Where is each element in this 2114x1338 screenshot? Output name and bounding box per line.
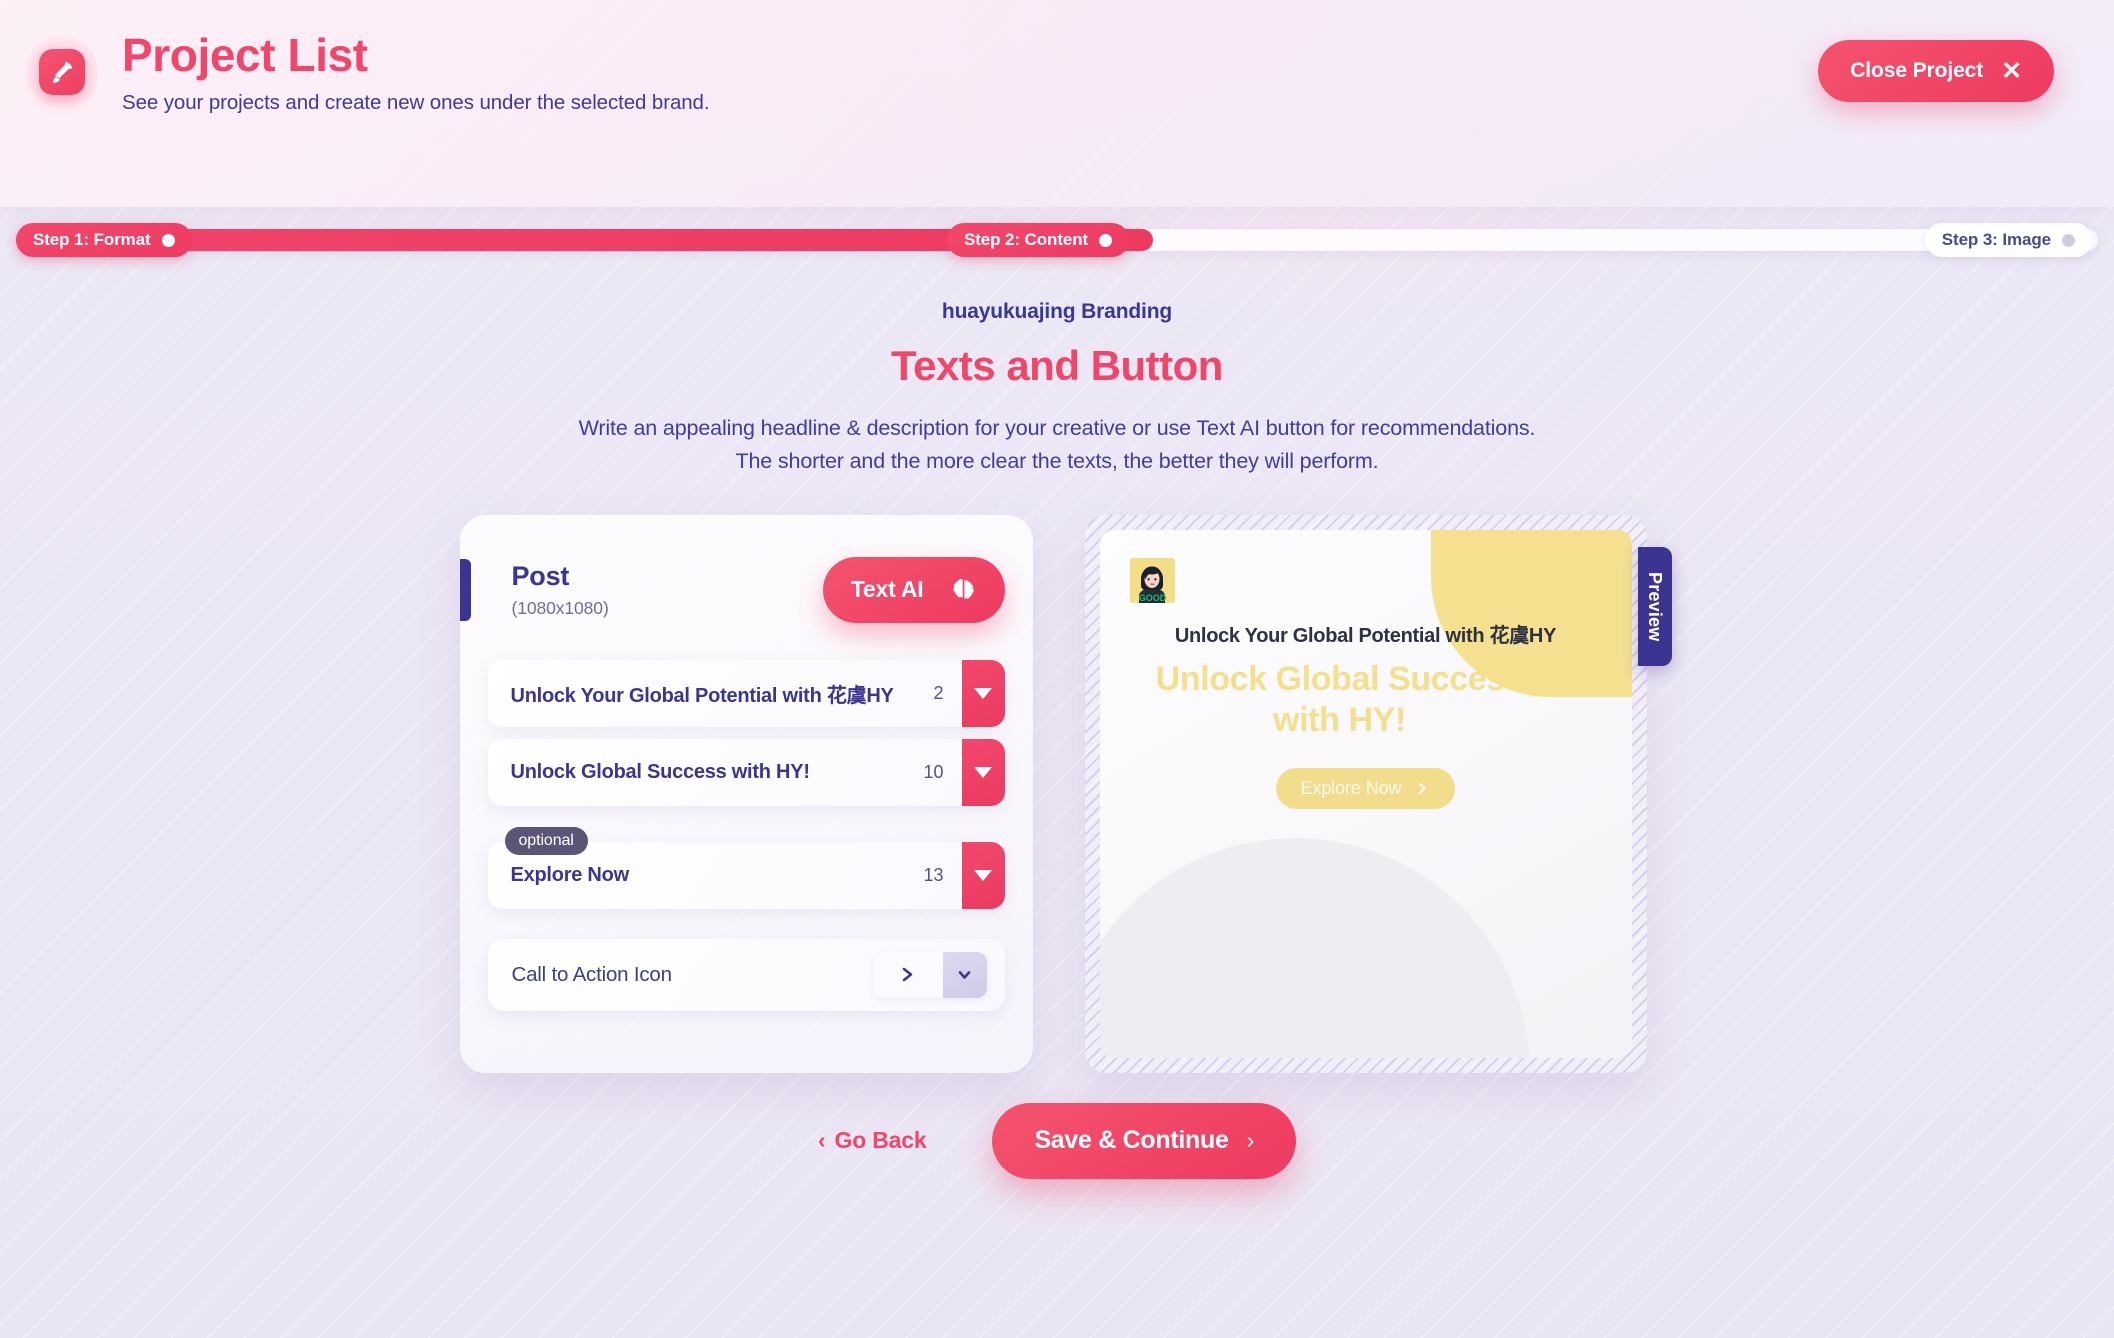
format-dimensions: (1080x1080) (511, 597, 609, 618)
text-row-dropdown-button[interactable] (961, 738, 1005, 806)
text-row-count: 13 (923, 864, 944, 885)
close-icon: ✕ (2001, 56, 2022, 85)
rocket-badge (26, 36, 98, 108)
stepper-item-content[interactable]: Step 2: Content (947, 223, 1130, 257)
avatar: GOOD (1129, 557, 1175, 603)
call-to-action-icon-row[interactable]: Call to Action Icon (487, 938, 1005, 1011)
panels-row: Post (1080x1080) Text AI Unlock Your Glo… (0, 514, 2114, 1073)
svg-text:GOOD: GOOD (1138, 593, 1166, 603)
stepper-label-content: Step 2: Content (964, 230, 1089, 249)
page-subtitle: See your projects and create new ones un… (122, 90, 710, 114)
text-row-count: 10 (923, 761, 944, 782)
close-project-button[interactable]: Close Project ✕ (1818, 40, 2054, 102)
user-avatar-icon: GOOD (1129, 557, 1175, 603)
preview-cta-label: Explore Now (1300, 777, 1402, 798)
stepper-label-format: Step 1: Format (33, 230, 151, 249)
page-title: Project List (122, 29, 368, 81)
save-and-continue-button[interactable]: Save & Continue › (992, 1102, 1296, 1179)
text-row-dropdown-button[interactable] (961, 659, 1005, 727)
format-name: Post (511, 560, 570, 591)
go-back-label: Go Back (834, 1127, 927, 1154)
format-accent-bar (459, 558, 471, 621)
decorative-gray-arc (1099, 837, 1530, 1058)
text-row[interactable]: optional Explore Now 13 (487, 826, 1005, 909)
selected-icon-preview (873, 952, 943, 998)
header-text-group: Project List See your projects and creat… (122, 29, 710, 115)
text-row-value[interactable]: Unlock Global Success with HY! (488, 761, 924, 784)
preview-tab-label: Preview (1645, 571, 1665, 641)
preview-panel: GOOD Unlock Your Global Potential with 花… (1084, 514, 1672, 1073)
text-row-dropdown-button[interactable] (961, 841, 1005, 909)
preview-canvas: GOOD Unlock Your Global Potential with 花… (1099, 529, 1632, 1058)
step-dot-icon (161, 233, 175, 247)
call-to-action-icon-label: Call to Action Icon (511, 962, 672, 986)
call-to-action-icon-dropdown-toggle[interactable] (942, 951, 987, 998)
close-project-label: Close Project (1850, 59, 1984, 82)
text-row[interactable]: Unlock Global Success with HY! 10 (487, 738, 1005, 806)
caret-down-icon (974, 766, 992, 778)
chevron-right-icon (1419, 782, 1427, 794)
chevron-right-icon: › (1246, 1127, 1255, 1154)
section-title: Texts and Button (891, 342, 1223, 389)
caret-down-icon (974, 869, 992, 881)
chevron-right-icon (902, 967, 913, 982)
preview-headline: Unlock Your Global Potential with 花虞HY (1174, 624, 1557, 647)
text-rows-list: Unlock Your Global Potential with 花虞HY 2… (487, 659, 1005, 909)
text-editor-card: Post (1080x1080) Text AI Unlock Your Glo… (459, 514, 1033, 1073)
section-description: Write an appealing headline & descriptio… (0, 412, 2114, 478)
section-description-line-1: Write an appealing headline & descriptio… (578, 416, 1536, 440)
text-ai-label: Text AI (850, 576, 924, 603)
stepper-label-image: Step 3: Image (1941, 230, 2051, 249)
call-to-action-icon-select[interactable] (872, 951, 987, 998)
progress-stepper: Step 1: Format Step 2: Content Step 3: I… (0, 207, 2114, 273)
step-dot-icon (1099, 233, 1113, 247)
go-back-button[interactable]: ‹ Go Back (818, 1127, 927, 1154)
text-ai-button[interactable]: Text AI (822, 556, 1005, 623)
text-row-value[interactable]: Unlock Your Global Potential with 花虞HY (488, 679, 934, 708)
preview-tab[interactable]: Preview (1637, 546, 1672, 666)
text-row-count: 2 (933, 682, 944, 703)
step-dot-icon (2062, 233, 2075, 247)
rocket-icon (39, 49, 85, 95)
page-header: Project List See your projects and creat… (0, 0, 2114, 207)
preview-title: Unlock Global Success with HY! (1155, 659, 1524, 740)
text-row-value[interactable]: Explore Now (488, 864, 924, 887)
optional-badge: optional (504, 826, 588, 855)
text-row[interactable]: Unlock Your Global Potential with 花虞HY 2 (487, 659, 1005, 727)
main-content: huayukuajing Branding Texts and Button W… (0, 273, 2114, 1179)
format-header: Post (1080x1080) Text AI (459, 546, 1005, 634)
stepper-item-format[interactable]: Step 1: Format (16, 223, 192, 257)
brand-name: huayukuajing Branding (941, 300, 1173, 323)
chevron-down-icon (958, 971, 971, 980)
preview-frame: GOOD Unlock Your Global Potential with 花… (1084, 514, 1647, 1073)
header-identity: Project List See your projects and creat… (26, 0, 710, 115)
caret-down-icon (974, 687, 992, 699)
save-and-continue-label: Save & Continue (1034, 1126, 1229, 1155)
footer-actions: ‹ Go Back Save & Continue › (0, 1102, 2114, 1179)
stepper-item-image[interactable]: Step 3: Image (1924, 223, 2092, 257)
section-description-line-2: The shorter and the more clear the texts… (735, 448, 1379, 473)
brain-icon (952, 579, 974, 600)
preview-cta-button[interactable]: Explore Now (1275, 767, 1456, 809)
format-info: Post (1080x1080) (512, 561, 609, 619)
chevron-left-icon: ‹ (818, 1127, 826, 1154)
